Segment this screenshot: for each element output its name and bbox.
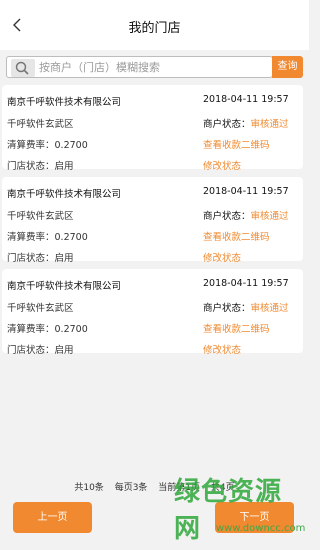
search-box [6,56,273,78]
merchant-status-value: 审核通过 [250,303,289,314]
search-icon [11,59,35,77]
search-input[interactable] [39,59,269,76]
total-count: 共10条 [74,483,104,493]
store-card: 南京千呼软件技术有限公司 2018-04-11 19:57 千呼软件玄武区 商户… [2,269,303,356]
store-card: 南京千呼软件技术有限公司 2018-04-11 19:57 千呼软件玄武区 商户… [2,177,303,264]
merchant-status: 商户状态：审核通过 [203,300,289,314]
page-title: 我的门店 [128,21,181,36]
store-card: 南京千呼软件技术有限公司 2018-04-11 19:57 千呼软件玄武区 商户… [2,85,303,172]
view-qr-code-link[interactable]: 查看收款二维码 [203,229,270,243]
merchant-status-label: 商户状态： [203,303,251,314]
search-button[interactable]: 查询 [272,56,303,78]
store-status: 门店状态：启用 [7,345,74,356]
store-date: 2018-04-11 19:57 [203,94,289,105]
store-status: 门店状态：启用 [7,161,74,172]
store-date: 2018-04-11 19:57 [203,278,289,289]
modify-status-link[interactable]: 修改状态 [203,250,241,264]
watermark-url: www.downcc.com [216,523,306,534]
merchant-status-value: 审核通过 [250,119,289,130]
merchant-status-label: 商户状态： [203,211,251,222]
store-name: 南京千呼软件技术有限公司 [7,281,122,292]
store-district: 千呼软件玄武区 [7,303,74,314]
store-name: 南京千呼软件技术有限公司 [7,189,122,200]
per-page-count: 每页3条 [114,483,148,493]
merchant-status-value: 审核通过 [250,211,289,222]
store-name: 南京千呼软件技术有限公司 [7,97,122,108]
clearing-fee-rate: 清算费率：0.2700 [7,324,88,335]
merchant-status: 商户状态：审核通过 [203,208,289,222]
clearing-fee-rate: 清算费率：0.2700 [7,140,88,151]
store-date: 2018-04-11 19:57 [203,186,289,197]
modify-status-link[interactable]: 修改状态 [203,158,241,172]
store-district: 千呼软件玄武区 [7,119,74,130]
clearing-fee-rate: 清算费率：0.2700 [7,232,88,243]
prev-page-button[interactable]: 上一页 [13,502,92,533]
search-bar: 查询 [6,56,303,78]
merchant-status-label: 商户状态： [203,119,251,130]
store-district: 千呼软件玄武区 [7,211,74,222]
store-status: 门店状态：启用 [7,253,74,264]
merchant-status: 商户状态：审核通过 [203,116,289,130]
modify-status-link[interactable]: 修改状态 [203,342,241,356]
view-qr-code-link[interactable]: 查看收款二维码 [203,321,270,335]
header-bar: 我的门店 [0,0,309,50]
view-qr-code-link[interactable]: 查看收款二维码 [203,137,270,151]
watermark: 绿色资源网 www.downcc.com [170,470,305,545]
